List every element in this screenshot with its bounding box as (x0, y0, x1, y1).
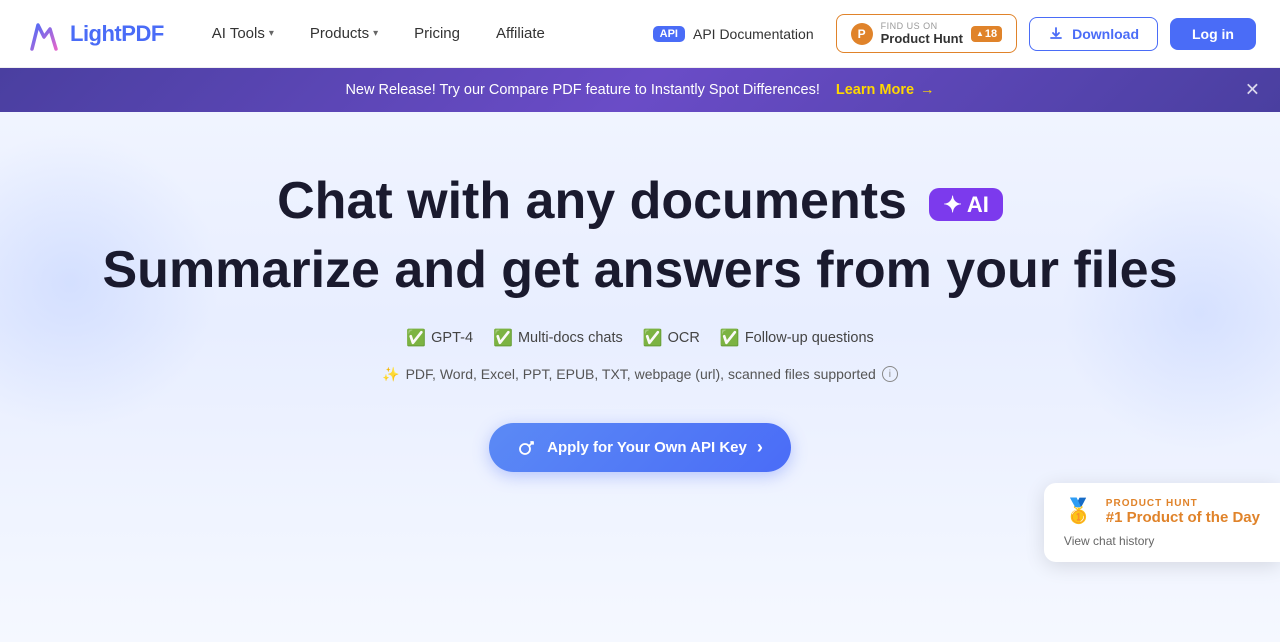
nav-links: AI Tools ▾ Products ▾ Pricing Affiliate (196, 17, 643, 50)
chevron-down-icon: ▾ (373, 28, 378, 39)
logo-icon (24, 15, 62, 53)
api-badge: API (653, 26, 685, 42)
product-hunt-button[interactable]: P FIND US ON Product Hunt ▲ 18 (836, 14, 1018, 53)
formats-text: PDF, Word, Excel, PPT, EPUB, TXT, webpag… (406, 366, 876, 382)
check-icon: ✅ (493, 328, 513, 348)
feature-followup: ✅ Follow-up questions (720, 328, 874, 348)
product-hunt-card: 🥇 PRODUCT HUNT #1 Product of the Day Vie… (1044, 483, 1280, 562)
ph-card-link[interactable]: View chat history (1064, 534, 1260, 548)
product-hunt-count: ▲ 18 (971, 26, 1002, 42)
logo[interactable]: LightPDF (24, 15, 164, 53)
hero-features: ✅ GPT-4 ✅ Multi-docs chats ✅ OCR ✅ Follo… (406, 328, 874, 348)
announcement-banner: New Release! Try our Compare PDF feature… (0, 68, 1280, 112)
feature-gpt4: ✅ GPT-4 (406, 328, 473, 348)
ph-card-text: PRODUCT HUNT #1 Product of the Day (1106, 498, 1260, 526)
nav-item-products[interactable]: Products ▾ (294, 17, 394, 50)
banner-text: New Release! Try our Compare PDF feature… (345, 82, 819, 98)
hero-title-line1: Chat with any documents ✦ AI (277, 172, 1003, 232)
sparkle-icon: ✨ (382, 366, 399, 383)
banner-learn-more-link[interactable]: Learn More → (836, 82, 935, 98)
nav-item-affiliate[interactable]: Affiliate (480, 17, 561, 50)
feature-multidocs: ✅ Multi-docs chats (493, 328, 623, 348)
product-hunt-text: FIND US ON Product Hunt (881, 21, 963, 46)
check-icon: ✅ (643, 328, 663, 348)
check-icon: ✅ (406, 328, 426, 348)
medal-icon: 🥇 (1064, 497, 1094, 526)
api-doc-label: API Documentation (693, 26, 814, 42)
hero-section: Chat with any documents ✦ AI Summarize a… (0, 112, 1280, 642)
logo-light: Light (70, 21, 121, 46)
login-button[interactable]: Log in (1170, 18, 1256, 50)
nav-item-ai-tools[interactable]: AI Tools ▾ (196, 17, 290, 50)
ph-card-title: #1 Product of the Day (1106, 509, 1260, 526)
nav-item-pricing[interactable]: Pricing (398, 17, 476, 50)
hero-formats: ✨ PDF, Word, Excel, PPT, EPUB, TXT, webp… (382, 366, 898, 383)
banner-close-button[interactable]: ✕ (1245, 80, 1260, 101)
key-icon (517, 437, 537, 457)
apply-api-key-button[interactable]: Apply for Your Own API Key › (489, 423, 791, 472)
nav-right: API API Documentation P FIND US ON Produ… (643, 14, 1256, 53)
ph-card-header: 🥇 PRODUCT HUNT #1 Product of the Day (1064, 497, 1260, 526)
download-icon (1048, 26, 1064, 42)
logo-pdf: PDF (121, 21, 164, 46)
product-hunt-icon: P (851, 23, 873, 45)
api-documentation-link[interactable]: API API Documentation (643, 20, 824, 48)
navbar: LightPDF AI Tools ▾ Products ▾ Pricing A… (0, 0, 1280, 68)
ai-badge: ✦ AI (929, 188, 1002, 221)
hero-title-line2: Summarize and get answers from your file… (103, 240, 1178, 300)
logo-text: LightPDF (70, 21, 164, 47)
ph-card-label: PRODUCT HUNT (1106, 498, 1260, 509)
feature-ocr: ✅ OCR (643, 328, 700, 348)
download-button[interactable]: Download (1029, 17, 1158, 51)
check-icon: ✅ (720, 328, 740, 348)
chevron-down-icon: ▾ (269, 28, 274, 39)
info-icon[interactable]: i (882, 366, 898, 382)
